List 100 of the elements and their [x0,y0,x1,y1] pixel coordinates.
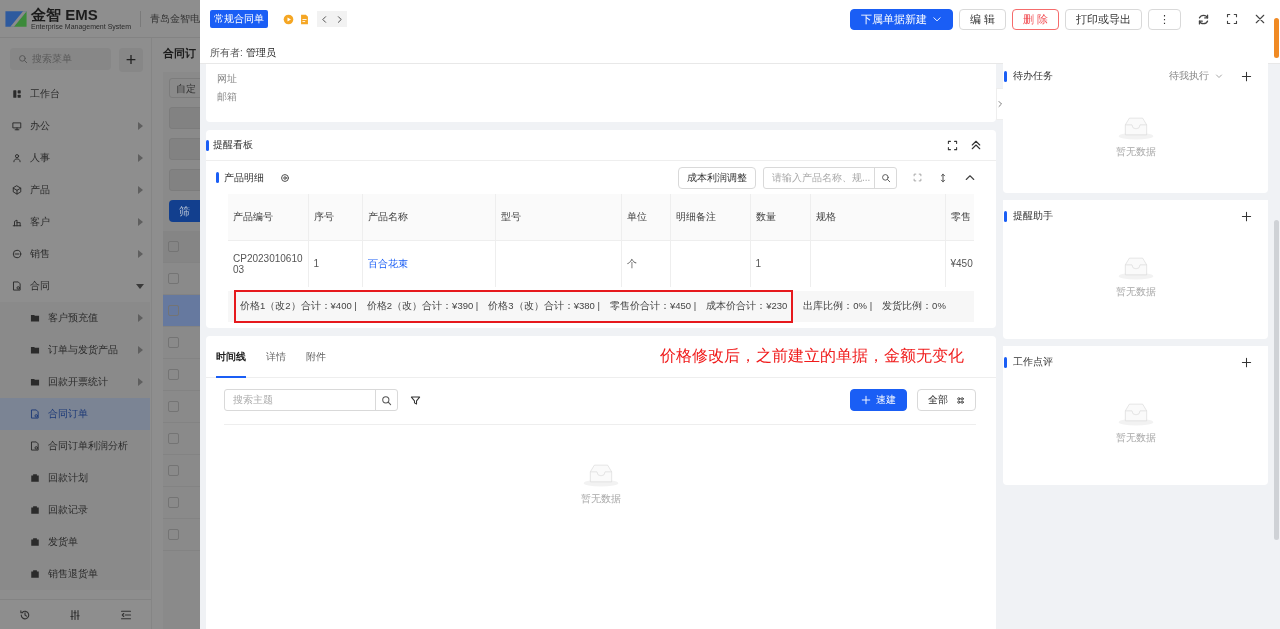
action-button[interactable]: 编 辑 [958,8,1006,30]
section-marker [1004,356,1007,368]
field-label: 邮箱 [217,90,238,104]
tab[interactable]: 时间线 [216,335,246,378]
search-icon[interactable] [381,394,392,406]
document-icon [30,409,40,419]
product-search-field[interactable]: 请输入产品名称、规... [763,166,897,189]
create-button[interactable]: 下属单据新建 [849,8,953,30]
menu-item[interactable]: 人事 [0,142,150,174]
folder-icon [30,313,40,323]
document-icon[interactable] [299,13,310,25]
wallet-icon [30,505,40,515]
play-icon[interactable] [283,13,294,25]
summary-text: 价格3（改）合计：¥380 | [488,300,600,313]
menu-item[interactable]: 回款计划 [0,462,150,494]
column-header: 序号 [308,194,362,240]
table-cell: 1 [308,240,362,287]
section-title: 提醒看板 [213,138,253,152]
all-button[interactable]: 全部 [917,389,976,411]
menu-item[interactable]: 发货单 [0,526,150,558]
collapse-up-icon[interactable] [970,139,982,151]
table-cell: 个 [621,240,670,287]
refresh-icon[interactable] [1197,12,1210,26]
owner-name: 管理员 [245,46,276,60]
close-icon[interactable] [1254,13,1266,25]
tab[interactable]: 附件 [306,335,326,378]
topic-search-field[interactable]: 搜索主题 [224,389,398,411]
menu-item[interactable]: 合同订单利润分析 [0,430,150,462]
sliders-icon[interactable] [69,608,82,621]
add-button[interactable]: + [119,48,143,72]
chevron-down-icon [931,14,942,24]
chevron-right-icon [335,14,344,24]
menu-item[interactable]: 客户预充值 [0,302,150,334]
search-icon [18,54,28,64]
gear-icon[interactable] [280,172,290,183]
action-button[interactable]: 删 除 [1011,8,1059,30]
chevron-left-icon [320,14,329,24]
menu-item[interactable]: 产品 [0,174,150,206]
fullscreen-icon[interactable] [947,139,958,151]
collapse-menu-icon[interactable] [119,608,132,621]
search-icon[interactable] [880,172,891,183]
section-marker [216,172,219,183]
summary-text: 成本价合计：¥230 [706,300,788,313]
empty-text: 暂无数据 [1115,145,1156,159]
grid-icon [956,395,965,405]
product-link[interactable]: 百合花束 [367,257,408,269]
annotation-text: 价格修改后，之前建立的单据，金额无变化 [660,346,964,367]
fullscreen-icon[interactable] [1226,13,1238,25]
section-marker [1004,210,1007,222]
checkbox[interactable] [168,305,179,316]
type-tag: 常规合同单 [210,10,268,28]
column-header: 产品名称 [362,194,495,240]
filter-button[interactable]: 筛 [169,200,200,222]
adjust-button[interactable]: 成本利润调整 [678,166,756,189]
filter-dropdown[interactable]: 待我执行 [1169,69,1223,83]
menu-item[interactable]: 订单与发货产品 [0,334,150,366]
company-name: 青岛金智电 [150,11,200,26]
action-button[interactable]: ⋮ [1148,8,1181,30]
menu-item[interactable]: 办公 [0,110,150,142]
owner-label: 所有者: [210,46,243,60]
menu-item[interactable]: 合同订单 [0,398,150,430]
menu-item[interactable]: 销售 [0,238,150,270]
wallet-icon [30,473,40,483]
menu-item[interactable]: 客户 [0,206,150,238]
filter-icon[interactable] [410,394,421,406]
menu-item[interactable]: 合同 [0,270,150,302]
table-cell: 1 [750,240,810,287]
menu-item[interactable]: 回款开票统计 [0,366,150,398]
empty-text: 暂无数据 [1115,431,1156,445]
plus-icon[interactable] [1241,210,1252,222]
scrollbar-thumb[interactable] [1274,220,1279,540]
section-marker [206,139,209,151]
column-header: 单位 [621,194,670,240]
menu-item[interactable]: 销售退货单 [0,558,150,590]
section-title: 提醒助手 [1013,209,1053,223]
summary-text: 零售价合计：¥450 | [609,300,697,313]
menu-item[interactable]: 工作台 [0,78,150,110]
document-icon [30,441,40,451]
summary-text: 价格1（改2）合计：¥400 | [240,300,357,313]
folder-icon [30,377,40,387]
scrollbar-thumb[interactable] [1274,18,1279,58]
empty-text: 暂无数据 [581,492,621,506]
quick-create-button[interactable]: 速建 [850,389,907,411]
column-header: 数量 [750,194,810,240]
plus-icon [861,395,871,405]
history-icon[interactable] [19,608,32,621]
table-cell: CP202301061003 [228,240,308,287]
section-marker [1004,70,1007,82]
menu-item[interactable]: 回款记录 [0,494,150,526]
action-button[interactable]: 打印或导出 [1065,8,1142,30]
column-header: 明细备注 [670,194,750,240]
plus-icon[interactable] [1241,356,1252,368]
expand-vertical-icon[interactable] [938,172,948,183]
tab[interactable]: 详情 [266,335,286,378]
table-row[interactable] [163,295,200,327]
chevron-right-icon [996,100,1004,108]
plus-icon[interactable] [1241,70,1252,82]
field-label: 网址 [217,72,238,86]
column-header: 规格 [810,194,945,240]
section-title: 待办任务 [1013,69,1053,83]
